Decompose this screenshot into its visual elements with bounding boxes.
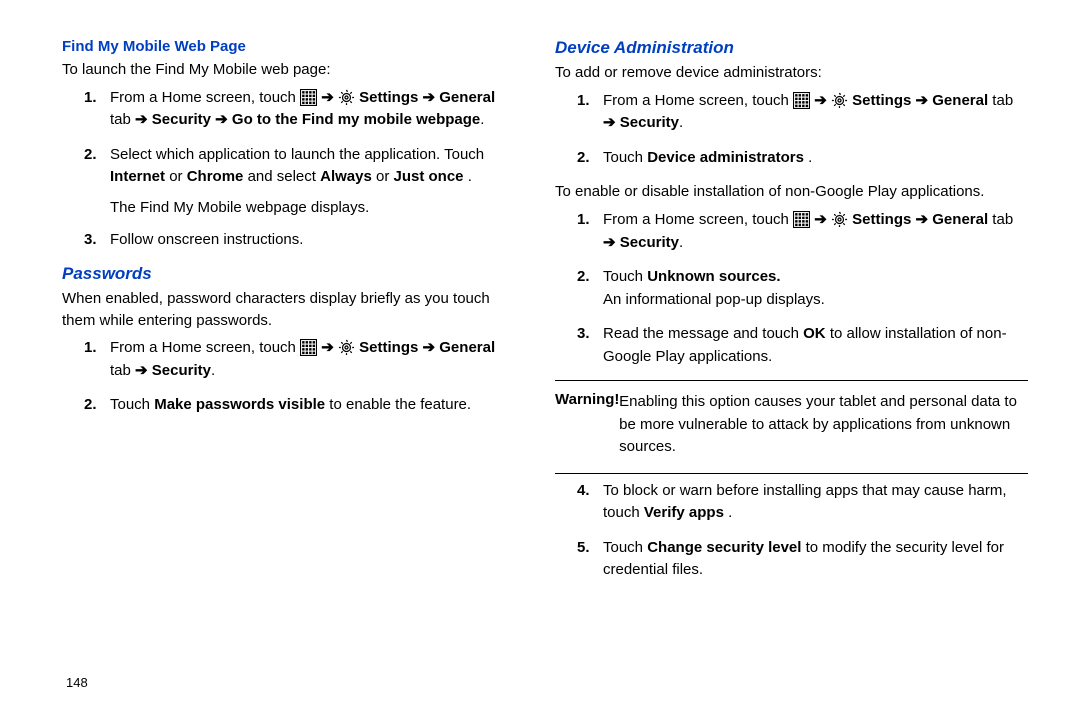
step-1: From a Home screen, touch ➔ Settings ➔ G… xyxy=(62,87,515,132)
arrow-icon: ➔ xyxy=(603,234,616,251)
arrow-icon: ➔ xyxy=(321,339,338,356)
left-column: Find My Mobile Web Page To launch the Fi… xyxy=(62,38,545,700)
warning-text: Enabling this option causes your tablet … xyxy=(619,391,1022,459)
arrow-icon: ➔ xyxy=(215,111,228,128)
step-1: From a Home screen, touch ➔ Settings ➔ G… xyxy=(555,209,1028,254)
step-1: From a Home screen, touch ➔ Settings ➔ G… xyxy=(555,90,1028,135)
arrow-icon: ➔ xyxy=(135,111,148,128)
page-number: 148 xyxy=(66,675,88,690)
gear-icon xyxy=(831,92,848,109)
gear-icon xyxy=(338,89,355,106)
arrow-icon: ➔ xyxy=(423,339,440,356)
arrow-icon: ➔ xyxy=(603,114,616,131)
step-3: Follow onscreen instructions. xyxy=(62,229,515,252)
gear-icon xyxy=(338,339,355,356)
right-column: Device Administration To add or remove d… xyxy=(545,38,1028,700)
heading-device-administration: Device Administration xyxy=(555,38,1028,58)
step-1: From a Home screen, touch ➔ Settings ➔ G… xyxy=(62,337,515,382)
step-2: Touch Device administrators . xyxy=(555,147,1028,170)
arrow-icon: ➔ xyxy=(423,89,440,106)
divider xyxy=(555,380,1028,381)
step-2: Select which application to launch the a… xyxy=(62,144,515,189)
arrow-icon: ➔ xyxy=(321,89,338,106)
apps-grid-icon xyxy=(300,89,317,106)
apps-grid-icon xyxy=(793,92,810,109)
arrow-icon: ➔ xyxy=(135,362,148,379)
step-5: Touch Change security level to modify th… xyxy=(555,537,1028,582)
warning-label: Warning! xyxy=(555,391,615,408)
arrow-icon: ➔ xyxy=(916,92,933,109)
warning-block: Warning! Enabling this option causes you… xyxy=(555,387,1028,467)
step-3: Read the message and touch OK to allow i… xyxy=(555,323,1028,368)
step-note: The Find My Mobile webpage displays. xyxy=(62,197,515,220)
intro-text: To launch the Find My Mobile web page: xyxy=(62,59,515,81)
divider xyxy=(555,473,1028,474)
arrow-icon: ➔ xyxy=(916,211,933,228)
step-4: To block or warn before installing apps … xyxy=(555,480,1028,525)
intro-text: To add or remove device administrators: xyxy=(555,62,1028,84)
intro-text-2: To enable or disable installation of non… xyxy=(555,181,1028,203)
arrow-icon: ➔ xyxy=(814,211,831,228)
apps-grid-icon xyxy=(793,211,810,228)
gear-icon xyxy=(831,211,848,228)
step-2: Touch Unknown sources. An informational … xyxy=(555,266,1028,311)
apps-grid-icon xyxy=(300,339,317,356)
passwords-intro: When enabled, password characters displa… xyxy=(62,288,515,332)
heading-passwords: Passwords xyxy=(62,264,515,284)
arrow-icon: ➔ xyxy=(814,92,831,109)
steps-list: From a Home screen, touch ➔ Settings ➔ G… xyxy=(62,337,515,417)
step-2: Touch Make passwords visible to enable t… xyxy=(62,394,515,417)
steps-list: From a Home screen, touch ➔ Settings ➔ G… xyxy=(62,87,515,189)
heading-find-my-mobile: Find My Mobile Web Page xyxy=(62,38,515,55)
